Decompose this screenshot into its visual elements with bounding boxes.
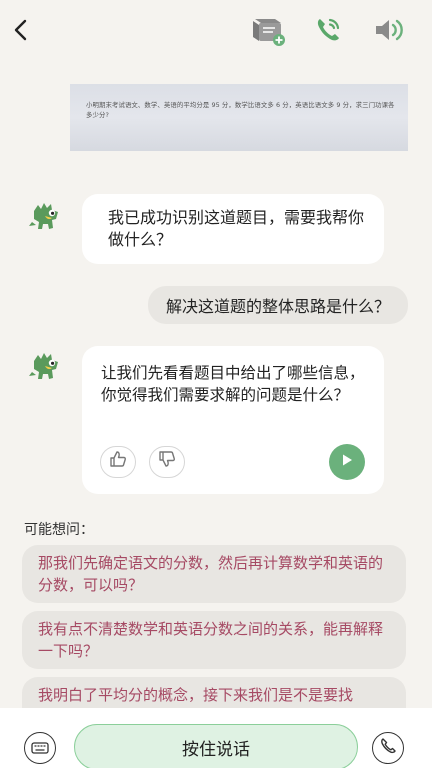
suggestions-title: 可能想问： — [24, 522, 94, 538]
phone-call-button[interactable] — [372, 732, 404, 764]
suggestion-item[interactable]: 那我们先确定语文的分数，然后再计算数学和英语的分数，可以吗？ — [22, 545, 406, 603]
play-audio-button[interactable] — [329, 444, 365, 480]
speaker-button[interactable] — [368, 14, 408, 50]
play-icon — [340, 451, 354, 473]
dinosaur-icon — [29, 353, 58, 379]
keyboard-toggle-button[interactable] — [24, 732, 56, 764]
chevron-left-icon — [12, 18, 28, 46]
top-bar — [0, 0, 432, 64]
thumbs-up-icon — [108, 449, 128, 475]
dinosaur-icon — [29, 203, 58, 229]
user-message: 解决这道题的整体思路是什么？ — [148, 286, 408, 324]
bot-avatar — [22, 342, 70, 390]
phone-call-icon — [313, 15, 343, 49]
notebook-add-button[interactable] — [248, 14, 288, 50]
thumbs-down-button[interactable] — [149, 446, 185, 478]
bottom-input-bar: 按住说话 — [0, 708, 432, 768]
back-button[interactable] — [6, 16, 34, 48]
thumbs-down-icon — [157, 449, 177, 475]
question-text: 小明期末考试语文、数学、英语的平均分是 95 分，数学比语文多 6 分，英语比语… — [86, 101, 395, 119]
speaker-icon — [372, 16, 404, 48]
suggestion-item[interactable]: 我有点不清楚数学和英语分数之间的关系，能再解释一下吗？ — [22, 611, 406, 669]
notebook-add-icon — [249, 13, 287, 51]
user-message-text: 解决这道题的整体思路是什么？ — [165, 297, 390, 316]
phone-icon — [379, 737, 397, 759]
bot-message-text: 我已成功识别这道题目，需要我帮你做什么？ — [108, 208, 365, 249]
bot-avatar — [22, 192, 70, 240]
call-button[interactable] — [308, 14, 348, 50]
question-image[interactable]: 小明期末考试语文、数学、英语的平均分是 95 分，数学比语文多 6 分，英语比语… — [70, 84, 408, 151]
thumbs-up-button[interactable] — [100, 446, 136, 478]
bot-message-1: 我已成功识别这道题目，需要我帮你做什么？ — [82, 194, 384, 264]
bot-message-text: 让我们先看看题目中给出了哪些信息，你觉得我们需要求解的问题是什么？ — [101, 364, 365, 404]
bot-message-2: 让我们先看看题目中给出了哪些信息，你觉得我们需要求解的问题是什么？ — [82, 346, 384, 494]
hold-to-talk-label: 按住说话 — [182, 739, 250, 760]
keyboard-icon — [31, 739, 49, 758]
hold-to-talk-button[interactable]: 按住说话 — [74, 724, 358, 768]
